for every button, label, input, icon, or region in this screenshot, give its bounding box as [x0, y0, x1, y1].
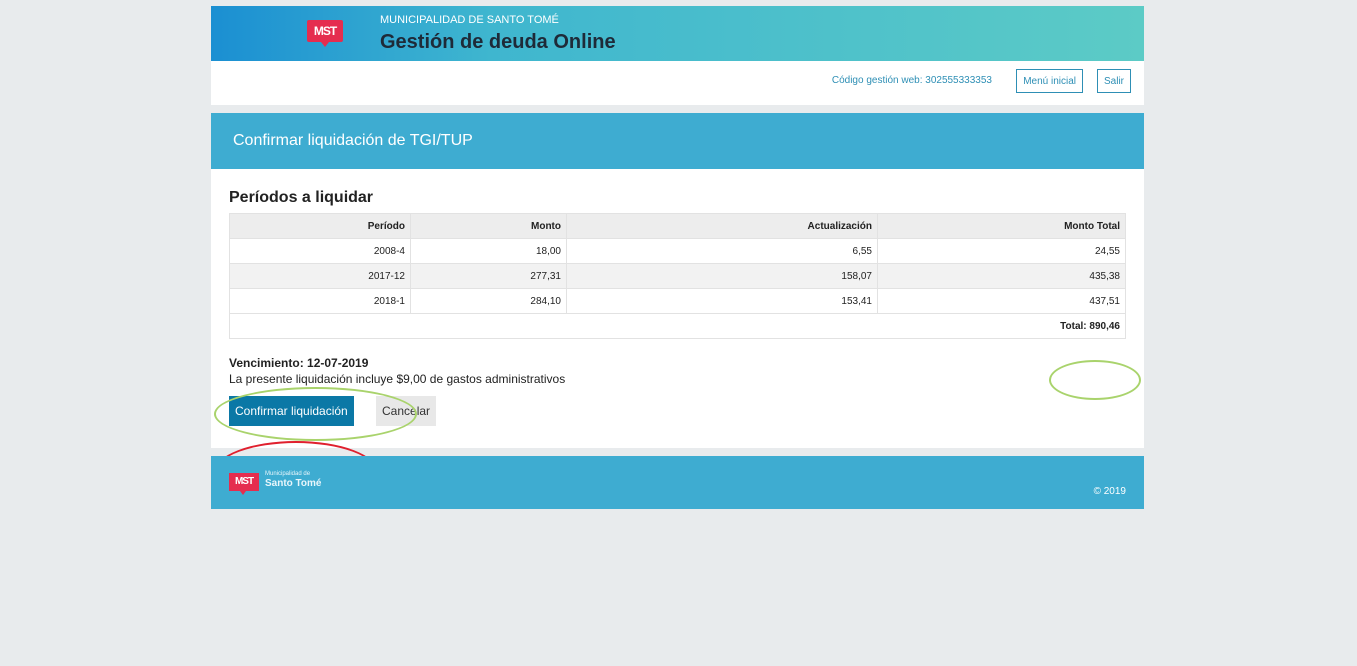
confirm-liquidation-button[interactable]: Confirmar liquidación	[229, 396, 354, 426]
cell-monto: 18,00	[410, 238, 567, 264]
user-bar: Código gestión web: 302555333353 Menú in…	[211, 61, 1144, 105]
cell-periodo: 2017-12	[229, 263, 411, 289]
cell-actualizacion: 153,41	[566, 288, 878, 314]
column-header-monto: Monto	[410, 213, 567, 239]
header-subtitle: MUNICIPALIDAD DE SANTO TOMÉ	[380, 14, 559, 26]
cell-monto: 277,31	[410, 263, 567, 289]
liquidation-panel: Confirmar liquidación de TGI/TUP Período…	[211, 113, 1144, 504]
site-footer: MST Municipalidad de Santo Tomé © 2019	[211, 456, 1144, 509]
panel-title: Confirmar liquidación de TGI/TUP	[211, 113, 1144, 169]
cell-monto: 284,10	[410, 288, 567, 314]
table-row: 2008-4 18,00 6,55 24,55	[229, 238, 1126, 264]
mst-logo[interactable]: MST	[307, 20, 343, 47]
table-row: 2018-1 284,10 153,41 437,51	[229, 288, 1126, 314]
table-row: 2017-12 277,31 158,07 435,38	[229, 263, 1126, 289]
periods-table: Período Monto Actualización Monto Total …	[229, 213, 1126, 339]
panel-body: Períodos a liquidar Período Monto Actual…	[211, 169, 1144, 504]
cell-monto-total: 435,38	[877, 263, 1126, 289]
salir-button[interactable]: Salir	[1096, 69, 1131, 93]
cell-actualizacion: 158,07	[566, 263, 878, 289]
column-header-monto-total: Monto Total	[877, 213, 1126, 239]
column-header-periodo: Período	[229, 213, 411, 239]
footer-mst-logo: MST	[229, 473, 259, 495]
cell-periodo: 2008-4	[229, 238, 411, 264]
footer-logo-subtitle: Municipalidad de	[265, 471, 311, 477]
footer-logo-name: Santo Tomé	[265, 478, 322, 489]
section-title: Períodos a liquidar	[229, 189, 374, 206]
cell-monto-total: 24,55	[877, 238, 1126, 264]
action-bar: Confirmar liquidación Cancelar	[229, 396, 1126, 430]
page-container: MST MUNICIPALIDAD DE SANTO TOMÉ Gestión …	[211, 6, 1144, 509]
menu-inicial-button[interactable]: Menú inicial	[1016, 69, 1083, 93]
header-title: Gestión de deuda Online	[380, 31, 616, 53]
table-header-row: Período Monto Actualización Monto Total	[229, 213, 1126, 239]
cell-periodo: 2018-1	[229, 288, 411, 314]
admin-fee-note: La presente liquidación incluye $9,00 de…	[229, 372, 566, 386]
total-amount: Total: 890,46	[229, 313, 1126, 339]
total-row: Total: 890,46	[229, 313, 1126, 339]
cell-monto-total: 437,51	[877, 288, 1126, 314]
site-header: MST MUNICIPALIDAD DE SANTO TOMÉ Gestión …	[211, 6, 1144, 61]
cell-actualizacion: 6,55	[566, 238, 878, 264]
vencimiento-date: Vencimiento: 12-07-2019	[229, 356, 369, 370]
footer-copyright: © 2019	[1093, 486, 1126, 497]
codigo-gestion-web: Código gestión web: 302555333353	[831, 75, 992, 86]
cancel-button[interactable]: Cancelar	[376, 396, 437, 426]
column-header-actualizacion: Actualización	[566, 213, 878, 239]
